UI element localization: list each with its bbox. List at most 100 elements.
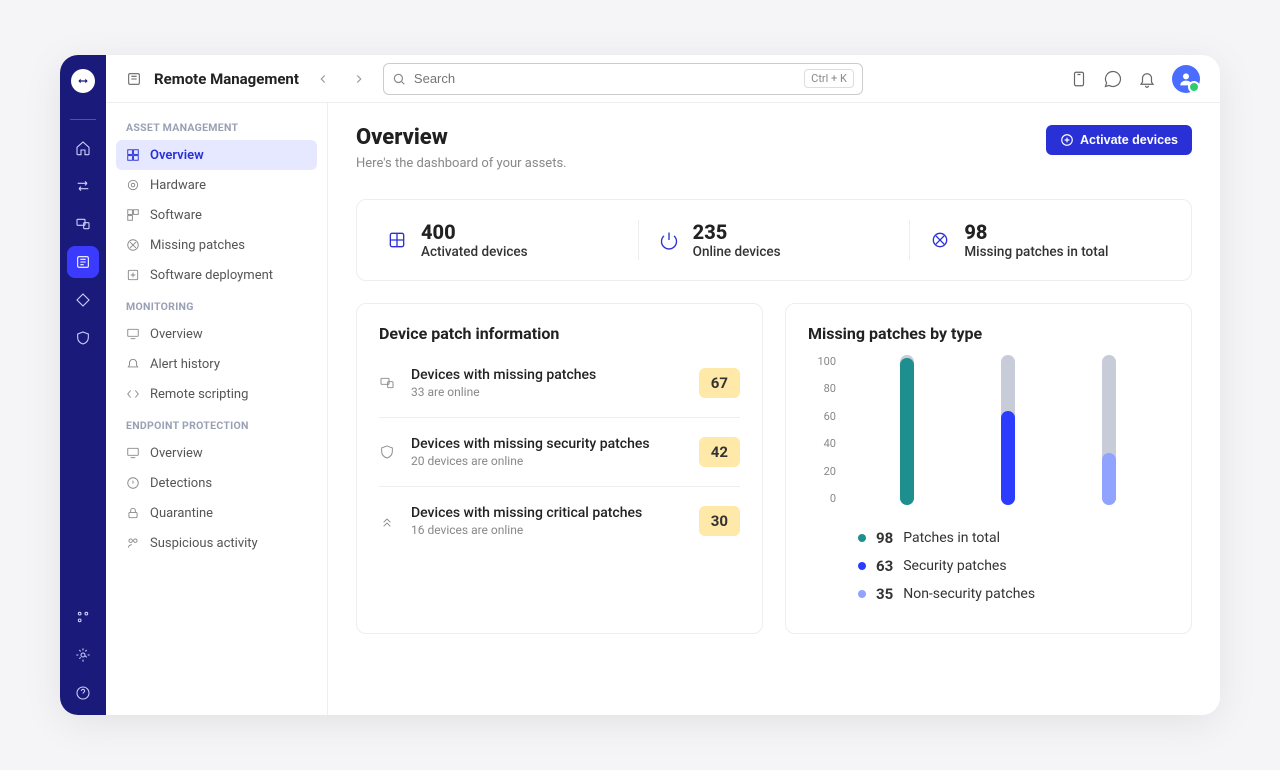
rail-transfer-icon[interactable] xyxy=(67,170,99,202)
panels-row: Device patch information Devices with mi… xyxy=(356,303,1192,634)
patch-icon xyxy=(930,230,950,250)
rail-management-icon[interactable] xyxy=(67,246,99,278)
app-window: Remote Management Ctrl + K ASSET MANAGEM… xyxy=(60,55,1220,715)
legend-value: 63 xyxy=(876,557,893,575)
chart-bar xyxy=(1102,355,1116,505)
patch-row-security: Devices with missing security patches 20 … xyxy=(379,417,740,486)
legend-label: Non-security patches xyxy=(903,586,1035,602)
row-title: Devices with missing patches xyxy=(411,367,596,383)
nav-label: Detections xyxy=(150,476,212,491)
stat-value: 98 xyxy=(964,220,1108,244)
stat-label: Missing patches in total xyxy=(964,244,1108,260)
sidebar-item-quarantine[interactable]: Quarantine xyxy=(116,498,317,528)
sidebar-item-detections[interactable]: Detections xyxy=(116,468,317,498)
page-breadcrumb: Remote Management xyxy=(154,70,299,88)
chart: 100 80 60 40 20 0 xyxy=(808,355,1169,505)
row-count: 67 xyxy=(699,368,740,398)
nav-label: Hardware xyxy=(150,178,206,193)
row-count: 30 xyxy=(699,506,740,536)
nav-label: Quarantine xyxy=(150,506,213,521)
patches-icon xyxy=(126,238,140,252)
search-shortcut: Ctrl + K xyxy=(804,69,854,88)
legend-dot xyxy=(858,590,866,598)
sidebar-item-remote-scripting[interactable]: Remote scripting xyxy=(116,379,317,409)
monitor-icon xyxy=(126,446,140,460)
activate-devices-button[interactable]: Activate devices xyxy=(1046,125,1192,155)
stat-label: Online devices xyxy=(693,244,781,260)
stat-missing-patches: 98Missing patches in total xyxy=(909,220,1181,260)
stat-value: 400 xyxy=(421,220,528,244)
nav-forward-button[interactable] xyxy=(347,67,371,91)
devices-icon xyxy=(379,375,395,391)
search-box[interactable]: Ctrl + K xyxy=(383,63,863,95)
nav-rail xyxy=(60,55,106,715)
sidebar-item-software-deployment[interactable]: Software deployment xyxy=(116,260,317,290)
nav-label: Remote scripting xyxy=(150,387,248,402)
rail-integrations-icon[interactable] xyxy=(67,601,99,633)
software-icon xyxy=(126,208,140,222)
chart-legend: 98Patches in total 63Security patches 35… xyxy=(808,529,1169,603)
stat-online-devices: 235Online devices xyxy=(638,220,910,260)
search-icon xyxy=(392,72,406,86)
app-logo[interactable] xyxy=(71,69,95,93)
notifications-icon[interactable] xyxy=(1138,70,1156,88)
monitor-icon xyxy=(126,327,140,341)
info-icon xyxy=(126,476,140,490)
shield-icon xyxy=(379,444,395,460)
sidebar-item-alert-history[interactable]: Alert history xyxy=(116,349,317,379)
ytick: 80 xyxy=(808,382,836,395)
ytick: 40 xyxy=(808,437,836,450)
hardware-icon xyxy=(126,178,140,192)
stats-card: 400Activated devices 235Online devices 9… xyxy=(356,199,1192,281)
chart-bar xyxy=(1001,355,1015,505)
stat-activated-devices: 400Activated devices xyxy=(367,220,638,260)
power-icon xyxy=(659,230,679,250)
user-avatar[interactable] xyxy=(1172,65,1200,93)
ytick: 100 xyxy=(808,355,836,368)
rail-devices-icon[interactable] xyxy=(67,208,99,240)
rail-settings-icon[interactable] xyxy=(67,639,99,671)
sidebar-item-software[interactable]: Software xyxy=(116,200,317,230)
section-title-asset-management: ASSET MANAGEMENT xyxy=(126,121,307,134)
patch-row-critical: Devices with missing critical patches16 … xyxy=(379,486,740,555)
messages-icon[interactable] xyxy=(1104,70,1122,88)
rail-shield-icon[interactable] xyxy=(67,322,99,354)
row-title: Devices with missing critical patches xyxy=(411,505,642,521)
sidebar-item-ep-overview[interactable]: Overview xyxy=(116,438,317,468)
lock-icon xyxy=(126,506,140,520)
sidebar-item-monitoring-overview[interactable]: Overview xyxy=(116,319,317,349)
sidebar-item-suspicious-activity[interactable]: Suspicious activity xyxy=(116,528,317,558)
ytick: 60 xyxy=(808,410,836,423)
breadcrumb-icon xyxy=(126,71,142,87)
whatsnew-icon[interactable] xyxy=(1070,70,1088,88)
legend-item: 98Patches in total xyxy=(858,529,1169,547)
nav-label: Alert history xyxy=(150,357,220,372)
deploy-icon xyxy=(126,268,140,282)
rail-tag-icon[interactable] xyxy=(67,284,99,316)
sidebar-item-missing-patches[interactable]: Missing patches xyxy=(116,230,317,260)
plus-circle-icon xyxy=(1060,133,1074,147)
ytick: 0 xyxy=(808,492,836,505)
nav-label: Software xyxy=(150,208,202,223)
rail-help-icon[interactable] xyxy=(67,677,99,709)
panel-title: Missing patches by type xyxy=(808,324,1169,343)
nav-label: Overview xyxy=(150,446,203,461)
row-subtitle: 20 devices are online xyxy=(411,454,650,468)
rail-divider xyxy=(70,119,96,120)
body-row: ASSET MANAGEMENT Overview Hardware Softw… xyxy=(106,103,1220,715)
row-title: Devices with missing security patches xyxy=(411,436,650,452)
sidebar-item-overview[interactable]: Overview xyxy=(116,140,317,170)
page-subtitle: Here's the dashboard of your assets. xyxy=(356,156,567,171)
row-count: 42 xyxy=(699,437,740,467)
rail-home-icon[interactable] xyxy=(67,132,99,164)
page-header: Overview Here's the dashboard of your as… xyxy=(356,125,1192,171)
device-patch-information-panel: Device patch information Devices with mi… xyxy=(356,303,763,634)
dashboard-icon xyxy=(126,148,140,162)
legend-item: 35 Non-security patches xyxy=(858,585,1169,603)
legend-label: Patches in total xyxy=(903,530,1000,546)
nav-back-button[interactable] xyxy=(311,67,335,91)
legend-value: 35 xyxy=(876,585,893,603)
sidebar-item-hardware[interactable]: Hardware xyxy=(116,170,317,200)
top-bar: Remote Management Ctrl + K xyxy=(106,55,1220,103)
search-input[interactable] xyxy=(414,71,796,86)
